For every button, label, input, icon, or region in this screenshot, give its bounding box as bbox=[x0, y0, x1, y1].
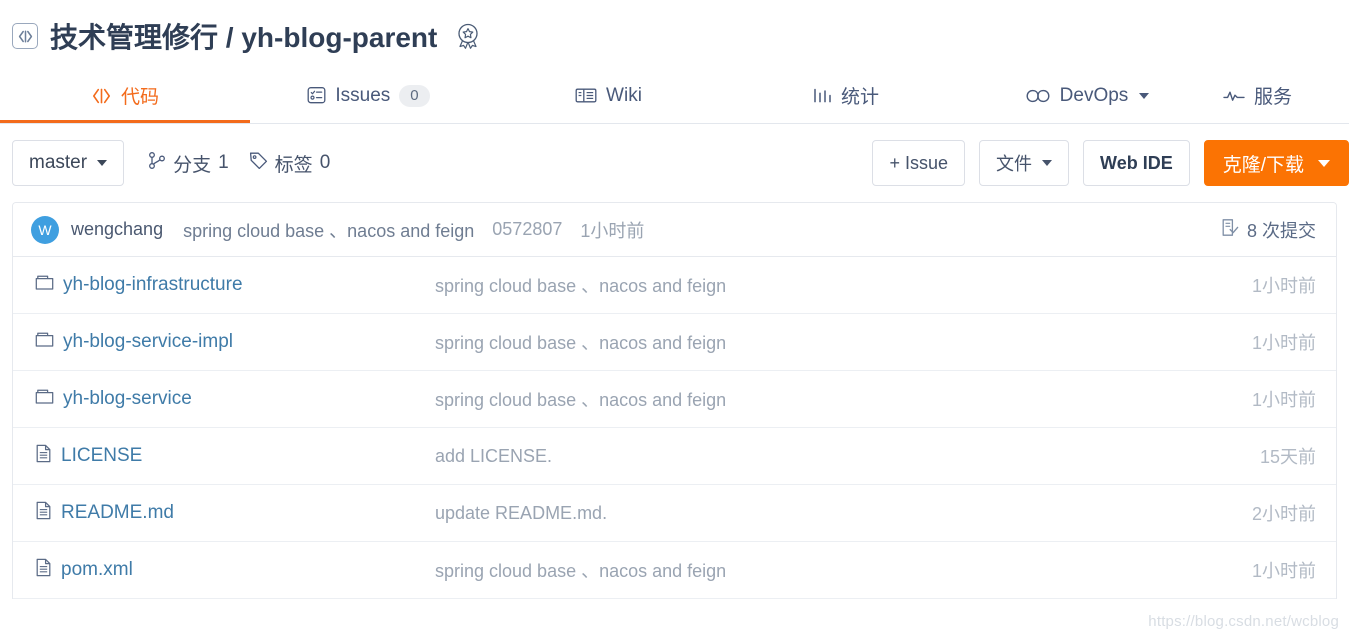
tab-active-indicator bbox=[0, 120, 250, 123]
web-ide-button[interactable]: Web IDE bbox=[1083, 140, 1190, 186]
file-name-label: yh-blog-service bbox=[63, 388, 192, 409]
tags-label: 标签 bbox=[274, 154, 313, 176]
watermark: https://blog.csdn.net/wcblog bbox=[1148, 613, 1339, 630]
files-dropdown-button[interactable]: 文件 bbox=[979, 140, 1070, 186]
file-name-label: LICENSE bbox=[61, 445, 143, 466]
tab-issues-label: Issues bbox=[335, 84, 391, 106]
tab-statistics[interactable]: 统计 bbox=[730, 68, 962, 123]
branches-count: 1 bbox=[218, 152, 229, 173]
file-icon bbox=[35, 558, 52, 582]
tab-devops[interactable]: DevOps bbox=[962, 68, 1212, 123]
folder-icon bbox=[35, 331, 54, 353]
tab-statistics-label: 统计 bbox=[840, 87, 879, 108]
repo-owner[interactable]: 技术管理修行 bbox=[50, 22, 218, 53]
avatar[interactable]: W bbox=[31, 215, 59, 244]
repository-page: 技术管理修行 / yh-blog-parent 代码 Issues 0 Wiki… bbox=[0, 0, 1349, 642]
file-icon bbox=[35, 501, 52, 525]
tags-count: 0 bbox=[319, 152, 331, 173]
file-commit-time: 15天前 bbox=[1259, 447, 1316, 467]
file-commit-message: spring cloud base 、nacos and feign bbox=[435, 276, 727, 296]
code-angle-brackets-icon bbox=[91, 88, 112, 104]
latest-commit-bar: W wengchang spring cloud base 、nacos and… bbox=[13, 203, 1336, 257]
chevron-down-icon bbox=[1042, 160, 1053, 166]
pulse-activity-icon bbox=[1223, 89, 1245, 103]
file-commit-message: update README.md. bbox=[435, 502, 608, 523]
table-row[interactable]: yh-blog-service spring cloud base 、nacos… bbox=[13, 371, 1336, 428]
page-title: 技术管理修行 / yh-blog-parent bbox=[50, 16, 437, 56]
commit-history-link[interactable]: 8 次提交 bbox=[1220, 217, 1316, 243]
commit-history-icon bbox=[1220, 218, 1239, 242]
file-commit-message: add LICENSE. bbox=[435, 445, 553, 466]
file-name-cell[interactable]: pom.xml bbox=[35, 558, 435, 582]
issues-list-icon bbox=[307, 86, 326, 105]
commit-time: 1小时前 bbox=[580, 220, 645, 241]
file-name-cell[interactable]: LICENSE bbox=[35, 444, 435, 468]
title-separator: / bbox=[225, 22, 234, 53]
repo-toolbar: master 分支 1 标签 0 + Issue 文件 Web IDE 克隆/下… bbox=[0, 124, 1349, 202]
file-icon bbox=[35, 444, 52, 468]
file-commit-message: spring cloud base 、nacos and feign bbox=[435, 561, 727, 581]
commit-message[interactable]: spring cloud base 、nacos and feign bbox=[183, 217, 474, 243]
table-row[interactable]: yh-blog-infrastructure spring cloud base… bbox=[13, 257, 1336, 314]
tag-icon bbox=[249, 151, 268, 175]
file-name-label: yh-blog-service-impl bbox=[63, 331, 233, 352]
file-name-label: pom.xml bbox=[61, 559, 133, 580]
toolbar-actions: + Issue 文件 Web IDE 克隆/下载 bbox=[872, 140, 1349, 186]
clone-download-label: 克隆/下载 bbox=[1222, 154, 1304, 176]
branch-icon bbox=[148, 151, 166, 176]
file-name-label: yh-blog-infrastructure bbox=[63, 274, 243, 295]
code-brackets-icon bbox=[12, 23, 38, 49]
tab-services[interactable]: 服务 bbox=[1212, 68, 1349, 123]
branch-selector-label: master bbox=[29, 152, 88, 173]
commit-author[interactable]: wengchang bbox=[71, 219, 163, 240]
repo-name[interactable]: yh-blog-parent bbox=[241, 22, 437, 53]
book-icon bbox=[575, 87, 597, 104]
clone-download-button[interactable]: 克隆/下载 bbox=[1203, 140, 1349, 186]
files-dropdown-label: 文件 bbox=[996, 154, 1033, 174]
folder-icon bbox=[35, 388, 54, 410]
new-issue-button[interactable]: + Issue bbox=[872, 140, 966, 186]
chevron-down-icon bbox=[1139, 92, 1150, 99]
file-name-cell[interactable]: yh-blog-service bbox=[35, 388, 435, 410]
commit-sha[interactable]: 0572807 bbox=[492, 219, 562, 240]
tags-link[interactable]: 标签 0 bbox=[249, 150, 331, 177]
tab-code-label: 代码 bbox=[120, 87, 159, 108]
tab-wiki-label: Wiki bbox=[606, 84, 642, 106]
branch-selector[interactable]: master bbox=[12, 140, 125, 186]
file-browser: W wengchang spring cloud base 、nacos and… bbox=[12, 202, 1337, 599]
table-row[interactable]: yh-blog-service-impl spring cloud base 、… bbox=[13, 314, 1336, 371]
infinity-icon bbox=[1025, 89, 1051, 103]
file-name-cell[interactable]: README.md bbox=[35, 501, 435, 525]
file-name-label: README.md bbox=[61, 502, 174, 523]
file-commit-time: 2小时前 bbox=[1251, 504, 1316, 524]
bar-chart-icon bbox=[813, 87, 832, 104]
main-nav: 代码 Issues 0 Wiki 统计 DevOps 服务 bbox=[0, 68, 1349, 124]
file-name-cell[interactable]: yh-blog-infrastructure bbox=[35, 274, 435, 296]
table-row[interactable]: README.md update README.md. 2小时前 bbox=[13, 485, 1336, 542]
folder-icon bbox=[35, 274, 54, 296]
file-commit-message: spring cloud base 、nacos and feign bbox=[435, 390, 727, 410]
file-commit-time: 1小时前 bbox=[1251, 276, 1316, 296]
tab-wiki[interactable]: Wiki bbox=[487, 68, 730, 123]
tab-services-label: 服务 bbox=[1254, 87, 1293, 108]
award-star-icon[interactable] bbox=[453, 21, 483, 51]
file-commit-time: 1小时前 bbox=[1251, 561, 1316, 581]
issues-count-badge: 0 bbox=[399, 84, 430, 107]
table-row[interactable]: pom.xml spring cloud base 、nacos and fei… bbox=[13, 542, 1336, 599]
chevron-down-icon bbox=[97, 160, 108, 166]
table-row[interactable]: LICENSE add LICENSE. 15天前 bbox=[13, 428, 1336, 485]
file-commit-message: spring cloud base 、nacos and feign bbox=[435, 333, 727, 353]
commit-count-label: 8 次提交 bbox=[1246, 220, 1316, 241]
file-commit-time: 1小时前 bbox=[1251, 390, 1316, 410]
branches-link[interactable]: 分支 1 bbox=[148, 150, 229, 177]
file-commit-time: 1小时前 bbox=[1251, 333, 1316, 353]
tab-code[interactable]: 代码 bbox=[0, 68, 250, 123]
branches-label: 分支 bbox=[173, 154, 212, 176]
file-name-cell[interactable]: yh-blog-service-impl bbox=[35, 331, 435, 353]
chevron-down-icon bbox=[1318, 159, 1330, 167]
repo-header: 技术管理修行 / yh-blog-parent bbox=[0, 0, 1349, 68]
tab-issues[interactable]: Issues 0 bbox=[250, 68, 487, 123]
tab-devops-label: DevOps bbox=[1059, 84, 1129, 106]
